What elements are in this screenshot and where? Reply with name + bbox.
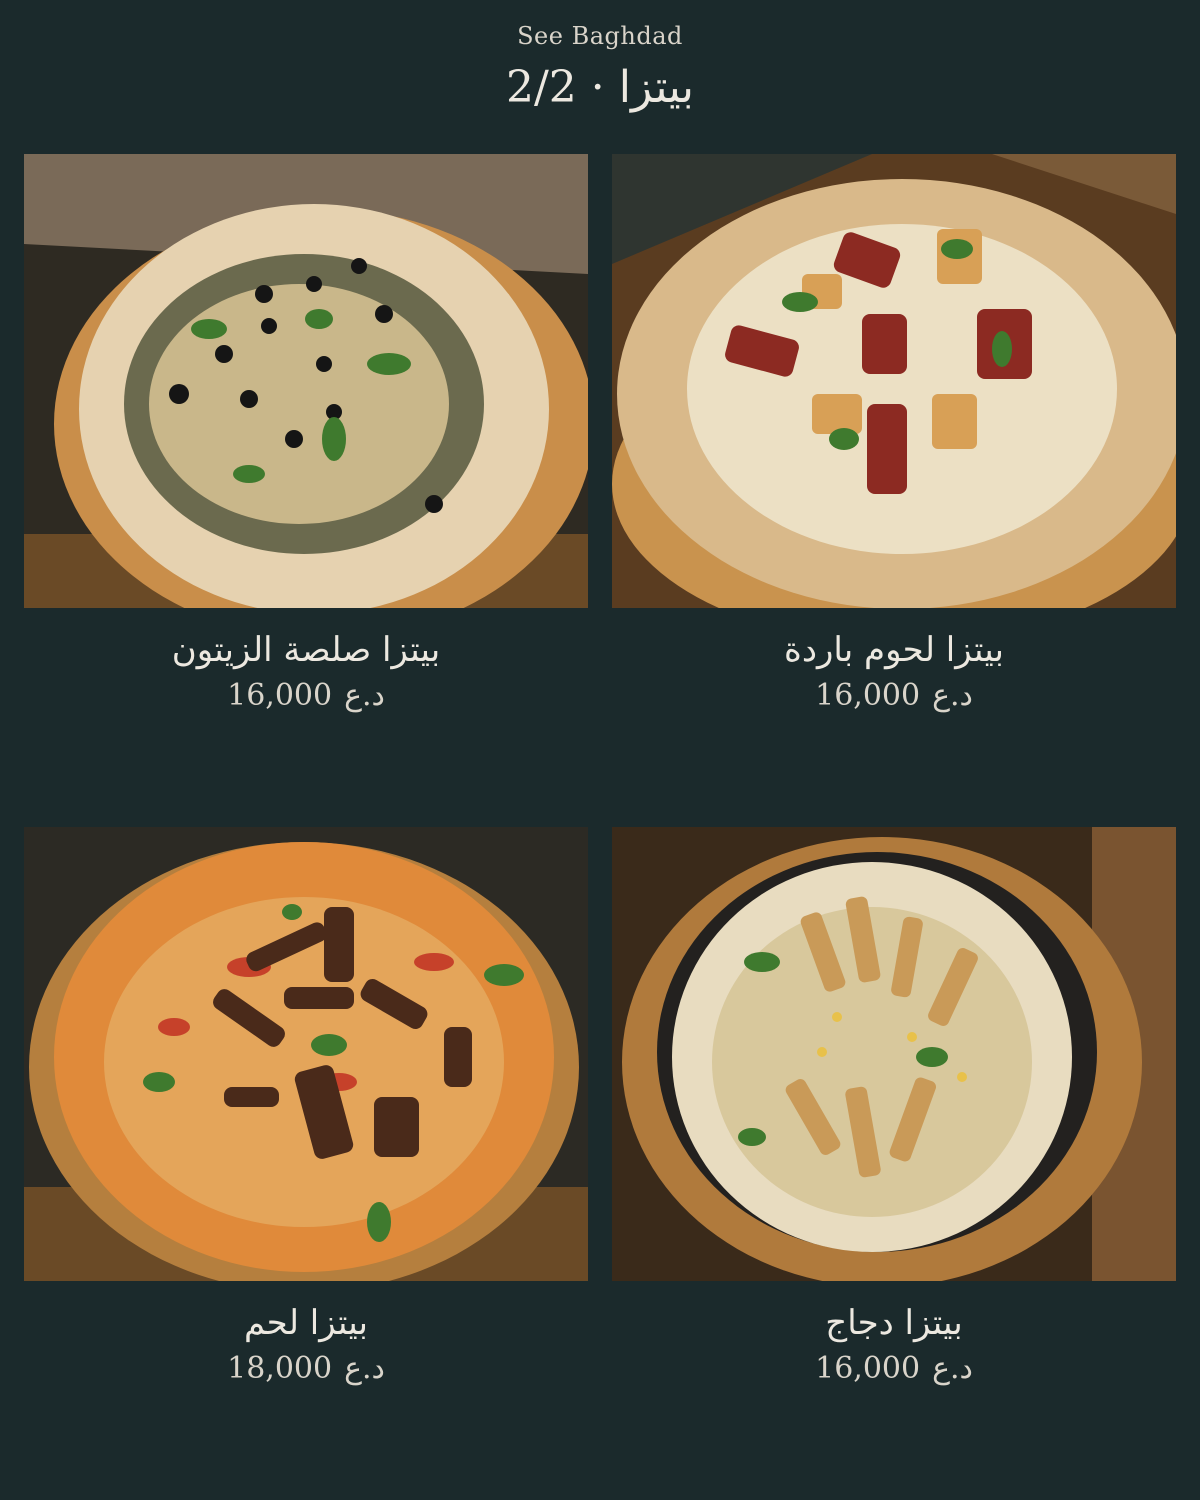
item-price: 16,000 د.ع (612, 1351, 1176, 1386)
item-name: بيتزا صلصة الزيتون (171, 630, 441, 670)
menu-grid: بيتزا صلصة الزيتون 16,000 د.ع بيتزا لحوم… (24, 154, 1176, 1500)
chicken-pizza-photo (612, 827, 1176, 1281)
item-price: 18,000 د.ع (24, 1351, 588, 1386)
item-name: بيتزا لحوم باردة (784, 630, 1004, 670)
item-name: بيتزا لحم (244, 1303, 368, 1343)
page-title: بيتزا · 2/2 (505, 62, 695, 113)
menu-item-meat-pizza[interactable]: بيتزا لحم 18,000 د.ع (24, 827, 588, 1500)
meat-pizza-photo (24, 827, 588, 1281)
menu-item-cold-cuts-pizza[interactable]: بيتزا لحوم باردة 16,000 د.ع (612, 154, 1176, 827)
currency-label: د.ع (344, 678, 385, 713)
currency-label: د.ع (932, 1351, 973, 1386)
price-value: 18,000 (227, 1351, 333, 1386)
currency-label: د.ع (344, 1351, 385, 1386)
currency-label: د.ع (932, 678, 973, 713)
brand-name: See Baghdad (517, 22, 683, 50)
item-price: 16,000 د.ع (24, 678, 588, 713)
olive-sauce-pizza-photo (24, 154, 588, 608)
cold-cuts-pizza-photo (612, 154, 1176, 608)
menu-item-olive-pizza[interactable]: بيتزا صلصة الزيتون 16,000 د.ع (24, 154, 588, 827)
price-value: 16,000 (227, 678, 333, 713)
price-value: 16,000 (815, 678, 921, 713)
item-price: 16,000 د.ع (612, 678, 1176, 713)
item-name: بيتزا دجاج (825, 1303, 963, 1343)
menu-item-chicken-pizza[interactable]: بيتزا دجاج 16,000 د.ع (612, 827, 1176, 1500)
price-value: 16,000 (815, 1351, 921, 1386)
